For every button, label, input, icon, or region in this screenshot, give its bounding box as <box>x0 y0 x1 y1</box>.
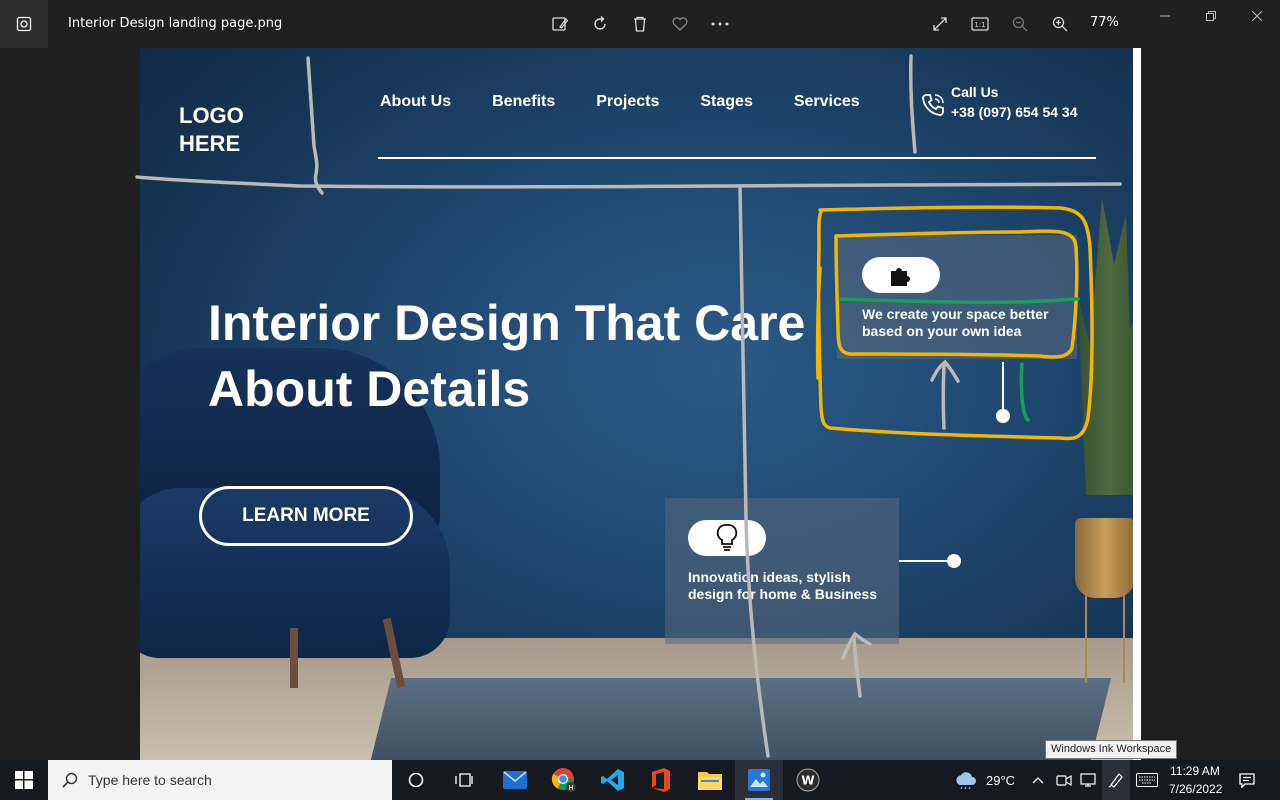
nav-divider <box>378 157 1096 159</box>
zoom-level[interactable]: 77% <box>1090 15 1119 30</box>
nav-projects[interactable]: Projects <box>596 93 659 111</box>
feature-card-innovation: Innovation ideas, stylish design for hom… <box>665 498 899 644</box>
connector-line <box>1002 362 1004 412</box>
minimize-button[interactable] <box>1142 0 1188 32</box>
windows-start-icon[interactable] <box>0 760 48 800</box>
planter <box>1075 518 1133 598</box>
keyboard-icon[interactable] <box>1132 760 1162 800</box>
title-bar: Interior Design landing page.png 1:1 77% <box>0 0 1280 48</box>
hotspot-dot[interactable] <box>947 554 961 568</box>
logo: LOGO HERE <box>179 103 244 156</box>
nav-about-us[interactable]: About Us <box>380 93 451 111</box>
fullscreen-icon[interactable] <box>928 12 952 36</box>
lightbulb-icon <box>688 520 766 556</box>
network-icon[interactable] <box>1076 760 1100 800</box>
feature-card-idea: We create your space better based on you… <box>837 235 1077 359</box>
hotspot-dot[interactable] <box>996 409 1010 423</box>
chevron-up-icon[interactable] <box>1026 760 1050 800</box>
pen-icon[interactable] <box>1102 760 1130 800</box>
more-options-icon[interactable] <box>708 12 732 36</box>
search-placeholder: Type here to search <box>88 772 212 788</box>
svg-text:W: W <box>801 774 814 788</box>
svg-text:H: H <box>568 784 573 792</box>
puzzle-icon <box>862 257 940 293</box>
task-view-icon[interactable] <box>440 760 488 800</box>
nav-stages[interactable]: Stages <box>700 93 752 111</box>
office-icon[interactable] <box>637 760 685 800</box>
armchair-leg <box>290 628 298 688</box>
weather-icon[interactable] <box>942 760 990 800</box>
actual-size-icon[interactable]: 1:1 <box>968 12 992 36</box>
clock-time[interactable]: 11:29 AM <box>1170 764 1220 778</box>
edit-image-icon[interactable] <box>548 12 572 36</box>
image-viewer: LOGO HERE About Us Benefits Projects Sta… <box>0 48 1280 760</box>
card-text: Innovation ideas, stylish design for hom… <box>688 569 878 602</box>
call-us-label: Call Us <box>951 84 999 100</box>
meet-now-icon[interactable] <box>1052 760 1076 800</box>
search-icon <box>62 772 78 788</box>
plant <box>1078 198 1133 495</box>
connector-line <box>899 560 949 562</box>
vscode-icon[interactable] <box>589 760 637 800</box>
phone-icon <box>920 92 946 118</box>
photos-icon[interactable] <box>735 760 783 800</box>
rotate-icon[interactable] <box>588 12 612 36</box>
app-w-icon[interactable]: W <box>784 760 832 800</box>
file-explorer-icon[interactable] <box>686 760 734 800</box>
chrome-icon[interactable]: H <box>540 760 588 800</box>
nav-benefits[interactable]: Benefits <box>492 93 555 111</box>
delete-icon[interactable] <box>628 12 652 36</box>
taskbar: Type here to search H W 29°C 11:29 AM 7/… <box>0 760 1280 800</box>
temperature[interactable]: 29°C <box>986 773 1015 788</box>
displayed-image: LOGO HERE About Us Benefits Projects Sta… <box>140 48 1133 760</box>
notifications-icon[interactable] <box>1234 760 1260 800</box>
close-button[interactable] <box>1234 0 1280 32</box>
mail-icon[interactable] <box>491 760 539 800</box>
photos-app-icon[interactable] <box>0 0 48 48</box>
phone-number[interactable]: +38 (097) 654 54 34 <box>951 104 1078 120</box>
zoom-in-icon[interactable] <box>1048 12 1072 36</box>
cortana-icon[interactable] <box>392 760 440 800</box>
rug <box>368 678 1112 760</box>
restore-button[interactable] <box>1188 0 1234 32</box>
zoom-out-icon[interactable] <box>1008 12 1032 36</box>
taskbar-search[interactable]: Type here to search <box>48 760 392 800</box>
nav-services[interactable]: Services <box>794 93 860 111</box>
ink-workspace-tooltip: Windows Ink Workspace <box>1045 740 1178 759</box>
favorite-heart-icon[interactable] <box>668 12 692 36</box>
card-text: We create your space better based on you… <box>862 306 1049 339</box>
svg-text:1:1: 1:1 <box>974 21 985 29</box>
clock-date[interactable]: 7/26/2022 <box>1169 782 1222 796</box>
planter-stand <box>1085 593 1125 683</box>
learn-more-button[interactable]: LEARN MORE <box>199 486 413 546</box>
nav-menu: About Us Benefits Projects Stages Servic… <box>380 93 860 111</box>
hero-title: Interior Design That Care About Details <box>208 295 806 417</box>
image-edge <box>1133 48 1141 760</box>
file-name: Interior Design landing page.png <box>68 16 283 31</box>
